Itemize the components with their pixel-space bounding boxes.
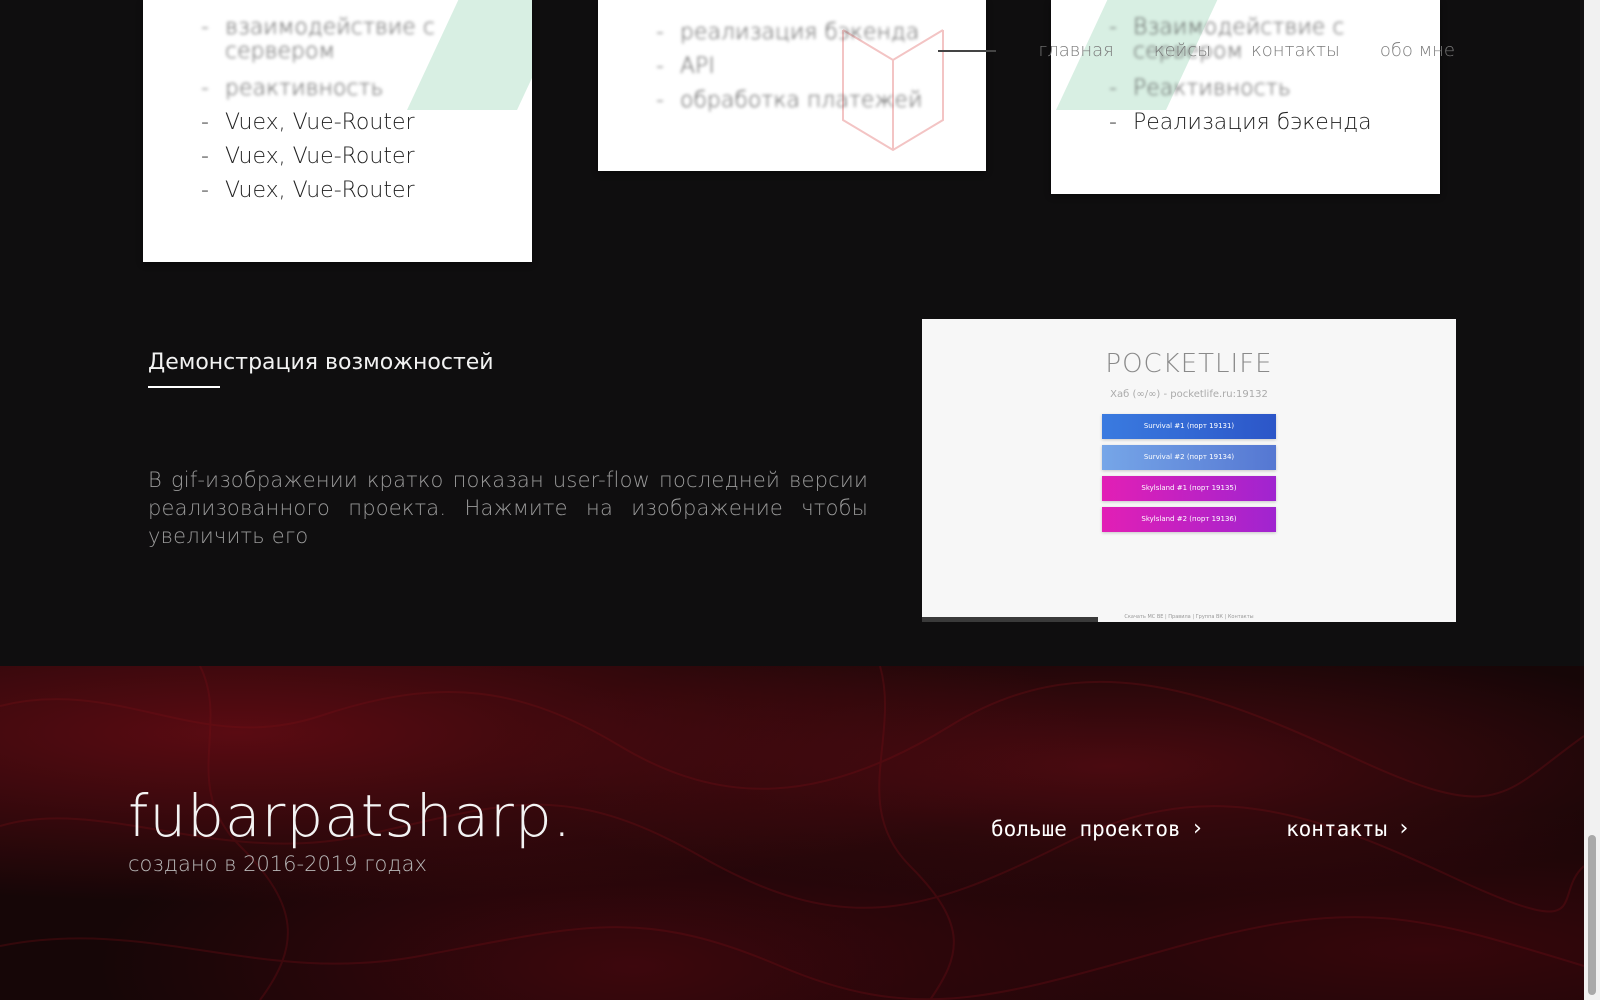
feature-item: Vuex, Vue-Router xyxy=(201,106,532,140)
feature-item: обработка платежей xyxy=(656,84,922,118)
nav-link-cases[interactable]: кейсы xyxy=(1154,40,1211,61)
site-footer: fubarpatsharp. создано в 2016-2019 годах… xyxy=(0,666,1584,1000)
brand-logo: fubarpatsharp. xyxy=(128,782,573,850)
preview-server-button: Survival #2 (порт 19134) xyxy=(1102,445,1276,470)
section-title: Демонстрация возможностей xyxy=(148,350,494,375)
footer-contacts-link[interactable]: контакты › xyxy=(1286,816,1410,841)
chevron-right-icon: › xyxy=(1397,816,1411,841)
feature-item: реализация бэкенда xyxy=(656,16,922,50)
scrollbar-thumb[interactable] xyxy=(1588,835,1596,995)
feature-item: Реактивность xyxy=(1109,72,1440,106)
brand-subtitle: создано в 2016-2019 годах xyxy=(128,852,427,876)
nav-divider xyxy=(938,49,997,52)
feature-item: Vuex, Vue-Router xyxy=(201,140,532,174)
more-projects-label: больше проектов xyxy=(991,816,1181,841)
preview-subtitle: Хаб (∞/∞) - pocketlife.ru:19132 xyxy=(1110,389,1268,400)
feature-item: реактивность xyxy=(201,72,532,106)
feature-card-right: Взаимодействие с сервером Реактивность Р… xyxy=(1051,0,1440,194)
footer-contacts-label: контакты xyxy=(1286,816,1388,841)
feature-list: Взаимодействие с сервером Реактивность Р… xyxy=(1109,16,1440,141)
feature-item: взаимодействие с сервером xyxy=(201,16,532,72)
nav-link-about[interactable]: обо мне xyxy=(1380,40,1455,61)
demo-gif-preview[interactable]: POCKETLIFE Хаб (∞/∞) - pocketlife.ru:191… xyxy=(922,319,1456,622)
more-projects-link[interactable]: больше проектов › xyxy=(991,816,1204,841)
preview-server-button: Survival #1 (порт 19131) xyxy=(1102,414,1276,439)
title-underline xyxy=(148,386,220,388)
preview-logo: POCKETLIFE xyxy=(1105,349,1273,379)
feature-card-middle: реализация бэкенда API обработка платеже… xyxy=(598,0,986,171)
feature-card-left: взаимодействие с сервером реактивность V… xyxy=(143,0,532,262)
nav-link-home[interactable]: главная xyxy=(1038,40,1113,61)
feature-item: Реализация бэкенда xyxy=(1109,106,1440,140)
feature-list: взаимодействие с сервером реактивность V… xyxy=(201,16,532,209)
top-nav: главная кейсы контакты обо мне xyxy=(938,40,1455,61)
chevron-right-icon: › xyxy=(1190,816,1204,841)
page-scrollbar[interactable] xyxy=(1584,0,1600,1000)
preview-server-button: Skylsland #2 (порт 19136) xyxy=(1102,507,1276,532)
preview-server-button: Skylsland #1 (порт 19135) xyxy=(1102,476,1276,501)
preview-statusbar xyxy=(922,617,1098,622)
feature-list: реализация бэкенда API обработка платеже… xyxy=(656,16,922,118)
feature-item: API xyxy=(656,50,922,84)
section-description: В gif-изображении кратко показан user-fl… xyxy=(148,468,868,548)
feature-item: Vuex, Vue-Router xyxy=(201,174,532,208)
nav-link-contacts[interactable]: контакты xyxy=(1251,40,1340,61)
